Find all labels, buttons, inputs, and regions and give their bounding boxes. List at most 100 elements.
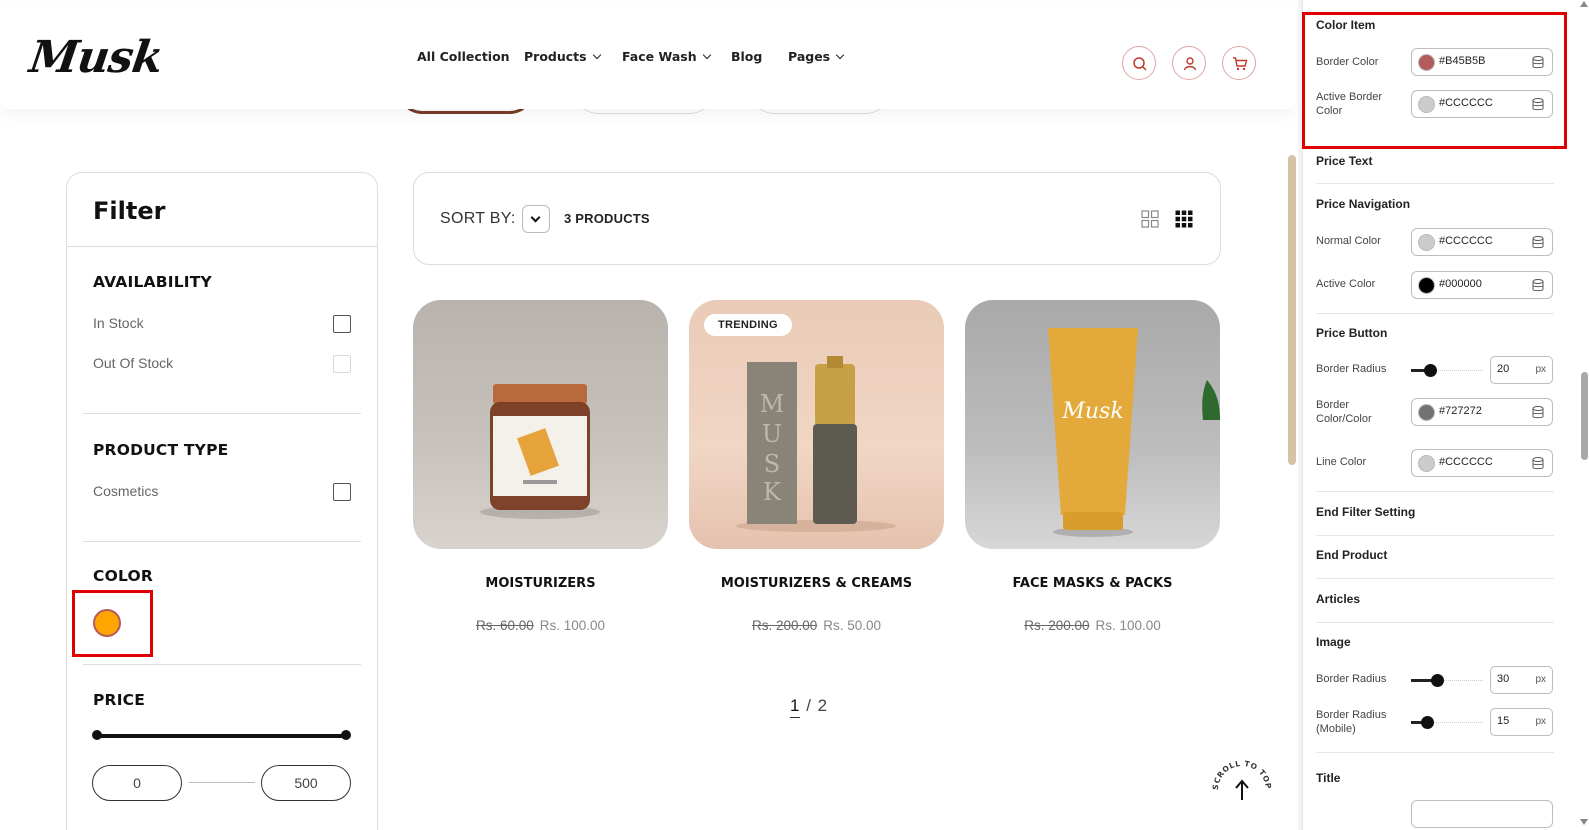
price-max-handle[interactable] (341, 730, 351, 740)
account-button[interactable] (1172, 46, 1206, 80)
database-icon[interactable] (1532, 406, 1544, 419)
product-title[interactable]: MOISTURIZERS (413, 576, 668, 591)
chevron-down-icon (530, 212, 541, 223)
search-button[interactable] (1122, 46, 1156, 80)
sort-label: SORT BY: (440, 210, 516, 227)
nav-blog[interactable]: Blog (731, 49, 762, 64)
product-title[interactable]: FACE MASKS & PACKS (965, 576, 1220, 591)
out-of-stock-checkbox (333, 355, 351, 373)
image-border-radius-input[interactable]: 30 px (1490, 666, 1553, 694)
product-type-heading[interactable]: PRODUCT TYPE (93, 441, 228, 459)
partial-field[interactable] (1411, 800, 1553, 828)
number-value: 15 (1497, 715, 1510, 727)
normal-color-label: Normal Color (1316, 235, 1381, 247)
scroll-to-top-button[interactable]: SCROLL TO TOP (1210, 758, 1274, 822)
store-preview: Musk All Collection Products Face Wash B… (0, 0, 1298, 830)
availability-heading[interactable]: AVAILABILITY (93, 273, 212, 291)
site-header: Musk All Collection Products Face Wash B… (0, 6, 1296, 109)
color-hex: #CCCCCC (1439, 456, 1493, 468)
border-radius-slider[interactable] (1411, 364, 1483, 377)
border-radius-input[interactable]: 20 px (1490, 356, 1553, 384)
cosmetics-checkbox[interactable] (333, 483, 351, 501)
price-min-handle[interactable] (92, 730, 102, 740)
title-section-title[interactable]: Title (1316, 771, 1340, 785)
grid-3-icon[interactable] (1175, 210, 1193, 228)
chevron-down-icon (702, 50, 711, 60)
nav-all-collection[interactable]: All Collection (417, 49, 510, 64)
image-border-radius-slider[interactable] (1411, 674, 1483, 687)
divider (1316, 313, 1554, 314)
cart-button[interactable] (1222, 46, 1256, 80)
color-dot[interactable] (1418, 455, 1435, 472)
chevron-down-icon (835, 50, 845, 60)
unit-label: px (1535, 674, 1546, 685)
normal-color-field[interactable]: #CCCCCC (1411, 228, 1553, 256)
unit-label: px (1535, 364, 1546, 375)
price-max-input[interactable]: 500 (261, 765, 351, 801)
divider (83, 541, 361, 542)
nav-products[interactable]: Products (524, 49, 601, 64)
filter-title: Filter (93, 197, 166, 225)
product-image[interactable] (413, 300, 668, 549)
slider-knob[interactable] (1424, 364, 1437, 377)
color-dot[interactable] (1418, 234, 1435, 251)
svg-text:S: S (764, 450, 780, 478)
price-navigation-title[interactable]: Price Navigation (1316, 197, 1410, 211)
price-text-title[interactable]: Price Text (1316, 154, 1372, 168)
page-next[interactable]: 2 (818, 696, 828, 715)
in-stock-label[interactable]: In Stock (93, 315, 144, 331)
price-button-title[interactable]: Price Button (1316, 326, 1387, 340)
product-price: Rs. 200.00 Rs. 50.00 (689, 618, 944, 633)
product-title[interactable]: MOISTURIZERS & CREAMS (689, 576, 944, 591)
slider-knob[interactable] (1431, 674, 1444, 687)
price-min-input[interactable]: 0 (92, 765, 182, 801)
color-dot[interactable] (1418, 404, 1435, 421)
filter-sidebar: Filter AVAILABILITY In Stock Out Of Stoc… (66, 172, 378, 830)
in-stock-checkbox[interactable] (333, 315, 351, 333)
nav-pages[interactable]: Pages (788, 49, 845, 64)
highlight-box (72, 590, 153, 657)
cosmetics-label[interactable]: Cosmetics (93, 483, 158, 499)
compare-price: Rs. 200.00 (751, 618, 818, 633)
image-border-radius-mobile-slider[interactable] (1411, 716, 1483, 729)
price-range-track[interactable] (95, 734, 347, 738)
image-title[interactable]: Image (1316, 635, 1351, 649)
product-image[interactable]: Musk (965, 300, 1220, 549)
divider (1316, 535, 1554, 536)
grid-2-icon[interactable] (1141, 210, 1159, 228)
product-count: 3 PRODUCTS (564, 211, 650, 226)
preview-scrollbar[interactable] (1288, 155, 1296, 465)
color-hex: #727272 (1439, 405, 1482, 417)
panel-scrollbar-thumb[interactable] (1581, 372, 1588, 460)
color-dot[interactable] (1418, 277, 1435, 294)
divider (1316, 578, 1554, 579)
active-color-field[interactable]: #000000 (1411, 271, 1553, 299)
sale-price: Rs. 100.00 (1095, 618, 1161, 633)
line-color-field[interactable]: #CCCCCC (1411, 449, 1553, 477)
scroll-up-arrow[interactable] (1580, 1, 1588, 7)
chevron-down-icon (592, 50, 601, 60)
nav-face-wash[interactable]: Face Wash (622, 49, 711, 64)
scroll-down-arrow[interactable] (1580, 819, 1588, 825)
image-border-radius-mobile-input[interactable]: 15 px (1490, 708, 1553, 736)
svg-text:K: K (763, 478, 782, 506)
slider-knob[interactable] (1421, 716, 1434, 729)
database-icon[interactable] (1532, 236, 1544, 249)
site-logo[interactable]: Musk (26, 32, 165, 83)
border-color-color-field[interactable]: #727272 (1411, 398, 1553, 426)
database-icon[interactable] (1532, 279, 1544, 292)
highlight-box (1302, 12, 1567, 149)
database-icon[interactable] (1532, 457, 1544, 470)
articles-title[interactable]: Articles (1316, 592, 1360, 606)
color-heading[interactable]: COLOR (93, 567, 153, 585)
user-icon (1183, 57, 1197, 71)
svg-text:Musk: Musk (1061, 399, 1123, 424)
divider (67, 246, 377, 247)
end-product-title[interactable]: End Product (1316, 548, 1387, 562)
price-heading[interactable]: PRICE (93, 691, 145, 709)
product-image[interactable]: M U S K TRENDING (689, 300, 944, 549)
sort-select[interactable] (522, 205, 550, 233)
end-filter-setting-title[interactable]: End Filter Setting (1316, 505, 1415, 519)
page-current[interactable]: 1 (790, 696, 801, 718)
color-hex: #CCCCCC (1439, 235, 1493, 247)
